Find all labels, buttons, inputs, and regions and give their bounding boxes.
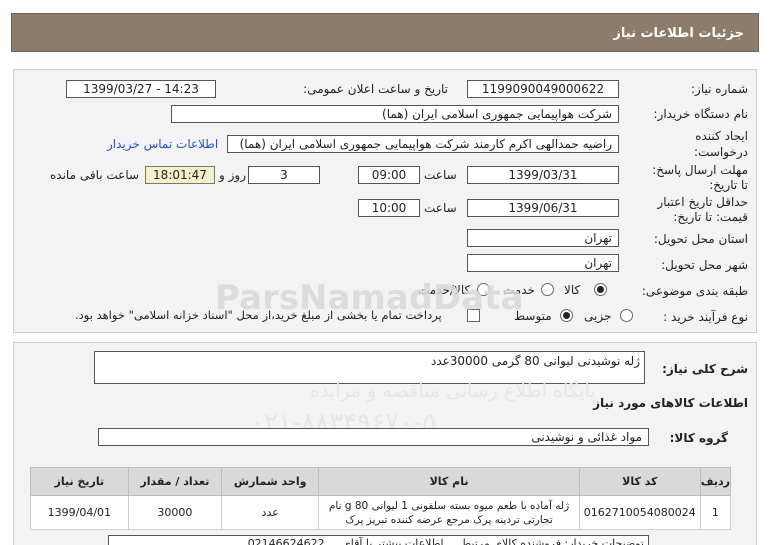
validity-date-field[interactable]: 1399/06/31	[467, 199, 619, 217]
creator-field[interactable]: راضیه حمدالهی اکرم کارمند شرکت هواپیمایی…	[227, 135, 619, 153]
group-label: گروه کالا:	[669, 431, 728, 445]
table-row[interactable]: 1 0162710054080024 ژله آماده با طعم میوه…	[30, 495, 732, 530]
goods-info-title: اطلاعات کالاهای مورد نیاز	[593, 396, 748, 410]
process-label: نوع فرآیند خرید :	[663, 310, 748, 324]
buyer-notes-field[interactable]: توضیحات خریدار: فروشنده کالای مرتبط ... …	[108, 535, 649, 545]
deadline-label-line1: مهلت ارسال پاسخ:	[652, 163, 748, 177]
cell-name: ژله آماده با طعم میوه بسته سلفونی 1 لیوا…	[318, 495, 580, 530]
col-name: نام کالا	[318, 467, 580, 496]
process-minor-radio[interactable]	[620, 309, 633, 322]
announce-datetime-field[interactable]: 1399/03/27 - 14:23	[66, 80, 216, 98]
category-goods-label: کالا	[564, 283, 581, 297]
buyer-field[interactable]: شرکت هواپیمایی جمهوری اسلامی ایران (هما)	[171, 105, 619, 123]
items-table: ردیف کد کالا نام کالا واحد شمارش تعداد /…	[30, 467, 732, 530]
city-label: شهر محل تحویل:	[661, 258, 748, 272]
creator-label-line2: درخواست:	[694, 145, 748, 159]
watermark-brand: ParsNamadData	[215, 278, 524, 318]
col-code: کد کالا	[578, 467, 701, 496]
page-header: جزئیات اطلاعات نیاز	[11, 13, 759, 52]
group-field[interactable]: مواد غذائی و نوشیدنی	[98, 428, 649, 446]
cell-code: 0162710054080024	[578, 495, 701, 530]
category-goods-radio[interactable]	[594, 283, 607, 296]
buyer-contact-link[interactable]: اطلاعات تماس خریدار	[107, 137, 218, 151]
province-field[interactable]: تهران	[467, 229, 619, 247]
cell-date: 1399/04/01	[30, 495, 129, 530]
validity-time-label: ساعت	[424, 201, 457, 215]
col-qty: تعداد / مقدار	[127, 467, 223, 496]
need-number-field[interactable]: 1199090049000622	[467, 80, 619, 98]
watermark-line1: پایگاه اطلاع رسانی مناقصه و مزایده	[310, 380, 596, 402]
col-row: ردیف	[699, 467, 732, 496]
validity-label-line1: حداقل تاریخ اعتبار	[657, 195, 748, 209]
process-medium-radio[interactable]	[560, 309, 573, 322]
remaining-label: ساعت باقی مانده	[50, 168, 140, 182]
remaining-time-field: 18:01:47	[145, 166, 215, 184]
process-minor-label: جزیی	[584, 309, 612, 323]
items-table-header: ردیف کد کالا نام کالا واحد شمارش تعداد /…	[30, 467, 732, 496]
category-service-radio[interactable]	[541, 283, 554, 296]
cell-row: 1	[699, 495, 732, 530]
announce-label: تاریخ و ساعت اعلان عمومی:	[303, 82, 448, 96]
cell-unit: عدد	[221, 495, 320, 530]
city-field[interactable]: تهران	[467, 254, 619, 272]
days-label: روز و	[219, 168, 246, 182]
validity-label-line2: قیمت: تا تاریخ:	[673, 210, 748, 224]
col-date: تاریخ نیاز	[30, 467, 129, 496]
buyer-notes-text: توضیحات خریدار: فروشنده کالای مرتبط ... …	[247, 537, 644, 545]
deadline-label-line2: تا تاریخ:	[709, 178, 748, 192]
buyer-label: نام دستگاه خریدار:	[653, 107, 749, 121]
page-title: جزئیات اطلاعات نیاز	[613, 26, 744, 41]
deadline-date-field[interactable]: 1399/03/31	[467, 166, 619, 184]
validity-time-field[interactable]: 10:00	[358, 199, 420, 217]
cell-qty: 30000	[127, 495, 223, 530]
days-remaining-field[interactable]: 3	[248, 166, 320, 184]
description-text: ژله نوشیدنی لیوانی 80 گرمی 30000عدد	[430, 354, 640, 368]
province-label: استان محل تحویل:	[653, 232, 748, 246]
deadline-time-label: ساعت	[424, 168, 457, 182]
creator-label-line1: ایجاد کننده	[695, 129, 748, 143]
col-unit: واحد شمارش	[221, 467, 320, 496]
category-label: طبقه بندی موضوعی:	[641, 284, 748, 298]
description-label: شرح کلی نیاز:	[662, 362, 748, 376]
deadline-time-field[interactable]: 09:00	[358, 166, 420, 184]
need-number-label: شماره نیاز:	[691, 82, 748, 96]
